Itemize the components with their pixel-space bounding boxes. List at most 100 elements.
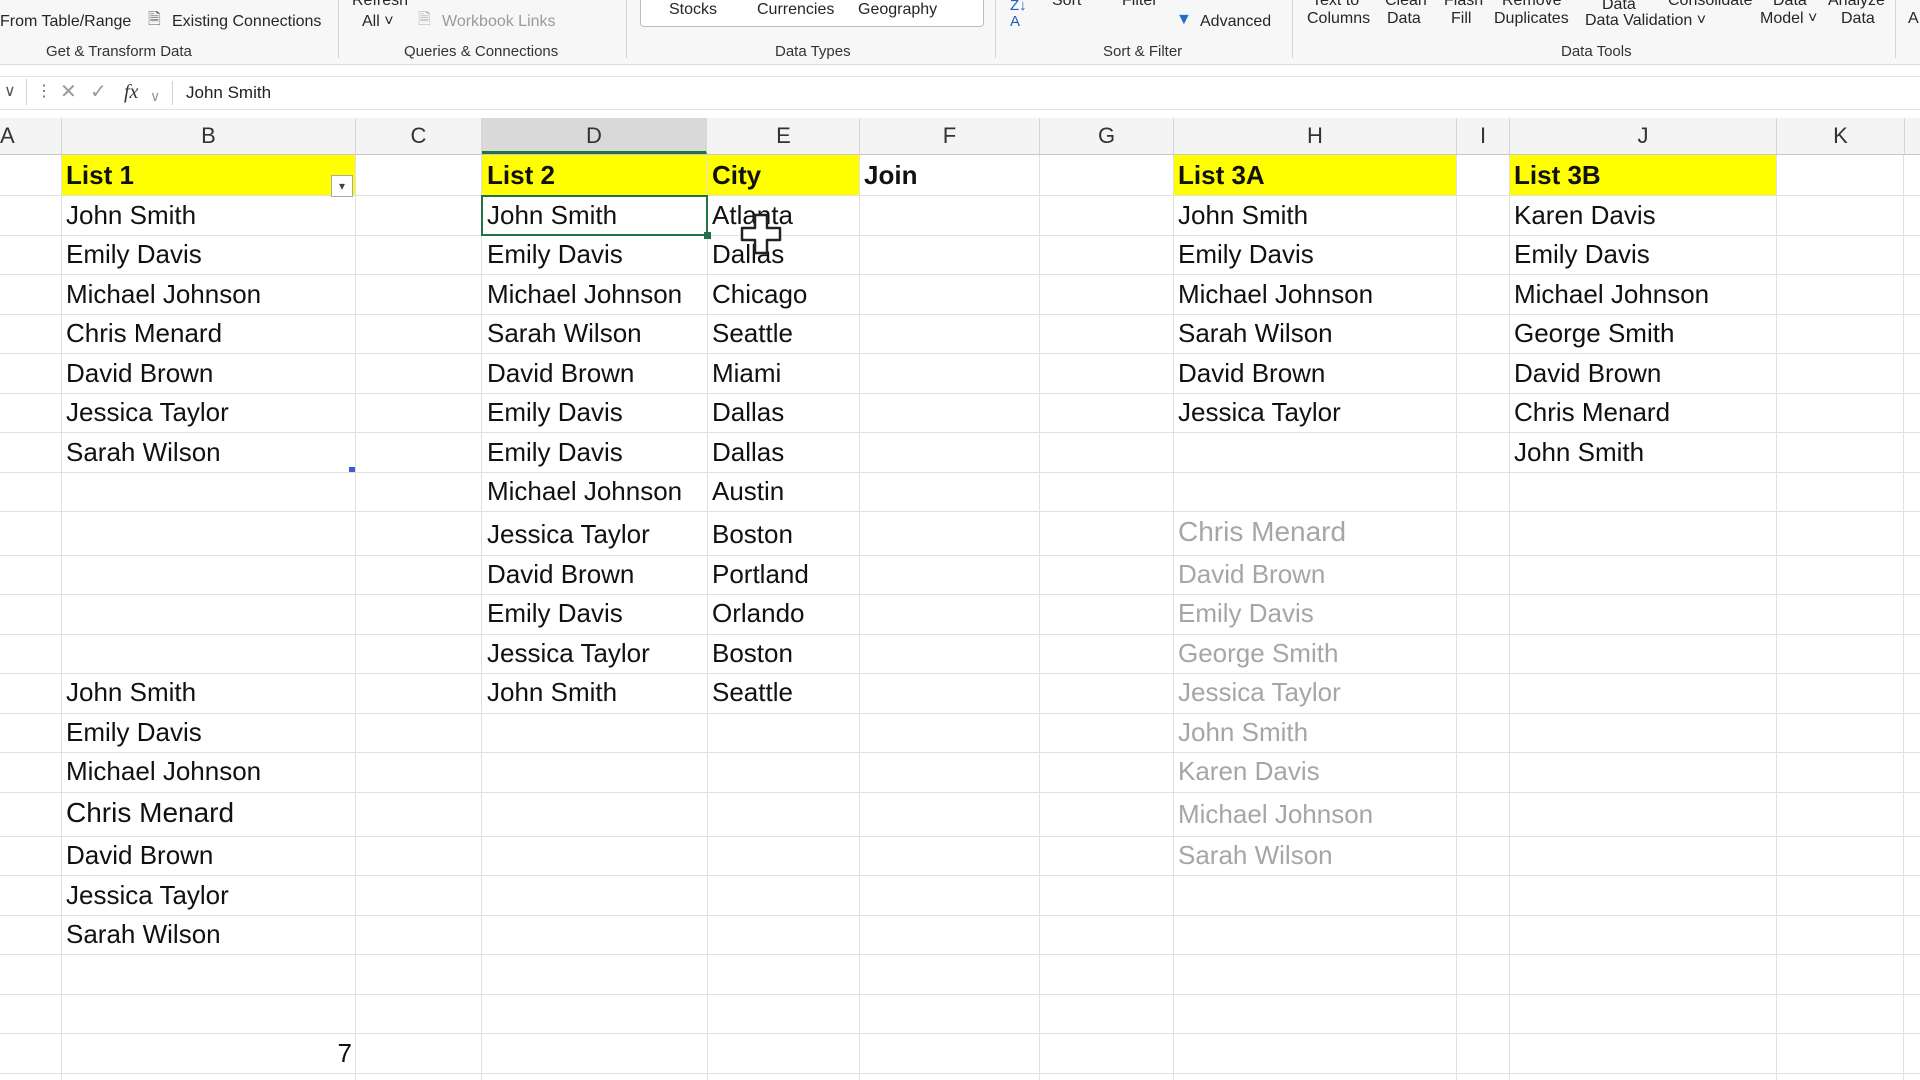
stocks-button[interactable]: Stocks bbox=[669, 1, 717, 19]
list3b-cell[interactable]: Chris Menard bbox=[1514, 397, 1670, 427]
filter-button[interactable]: Filter bbox=[1122, 0, 1158, 10]
column-header-c[interactable]: C bbox=[356, 118, 482, 154]
column-header-h[interactable]: H bbox=[1174, 118, 1457, 154]
list1-cell[interactable]: Michael Johnson bbox=[66, 279, 261, 309]
list3a-sorted-cell[interactable]: George Smith bbox=[1178, 638, 1338, 668]
list2-cell[interactable]: John Smith bbox=[487, 200, 617, 230]
list3a-sorted-cell[interactable]: David Brown bbox=[1178, 559, 1325, 589]
list1-cell[interactable]: Jessica Taylor bbox=[66, 397, 229, 427]
list3a-cell[interactable]: John Smith bbox=[1178, 200, 1308, 230]
column-header-a[interactable]: A bbox=[0, 118, 62, 154]
column-header-e[interactable]: E bbox=[708, 118, 860, 154]
currencies-button[interactable]: Currencies bbox=[757, 1, 834, 19]
list1-copy-cell[interactable]: Chris Menard bbox=[66, 798, 234, 828]
list1-cell[interactable]: Chris Menard bbox=[66, 318, 222, 348]
table-resize-handle[interactable] bbox=[349, 467, 355, 472]
list3b-cell[interactable]: Emily Davis bbox=[1514, 239, 1650, 269]
join-header[interactable]: Join bbox=[864, 160, 917, 190]
list3a-sorted-cell[interactable]: Sarah Wilson bbox=[1178, 840, 1333, 870]
list2-cell[interactable]: Emily Davis bbox=[487, 397, 623, 427]
list2-cell[interactable]: Michael Johnson bbox=[487, 279, 682, 309]
city-cell[interactable]: Boston bbox=[712, 519, 793, 549]
city-cell[interactable]: Orlando bbox=[712, 598, 805, 628]
list2-cell[interactable]: Michael Johnson bbox=[487, 476, 682, 506]
count-cell[interactable]: 7 bbox=[260, 1038, 352, 1069]
list3b-cell[interactable]: Karen Davis bbox=[1514, 200, 1656, 230]
list1-cell[interactable]: Sarah Wilson bbox=[66, 437, 221, 467]
worksheet-grid[interactable]: List 1 ▾ List 2 City Join List 3A List 3… bbox=[0, 155, 1920, 1080]
column-header-b[interactable]: B bbox=[62, 118, 356, 154]
formula-input[interactable]: John Smith bbox=[186, 83, 271, 103]
column-header-d[interactable]: D bbox=[482, 118, 707, 154]
city-cell[interactable]: Chicago bbox=[712, 279, 807, 309]
city-cell[interactable]: Miami bbox=[712, 358, 781, 388]
column-header-g[interactable]: G bbox=[1040, 118, 1174, 154]
data-validation-button[interactable]: Data Validation ˅ bbox=[1585, 12, 1706, 30]
city-cell[interactable]: Boston bbox=[712, 638, 793, 668]
list1-header[interactable]: List 1 bbox=[66, 160, 134, 190]
list3b-cell[interactable]: George Smith bbox=[1514, 318, 1674, 348]
column-header-i[interactable]: I bbox=[1457, 118, 1510, 154]
sort-az-icon[interactable]: Z↓ A bbox=[1010, 0, 1027, 30]
column-header-k[interactable]: K bbox=[1777, 118, 1905, 154]
list1-copy-cell[interactable]: Sarah Wilson bbox=[66, 919, 221, 949]
list1-copy-cell[interactable]: John Smith bbox=[66, 677, 196, 707]
list1-cell[interactable]: David Brown bbox=[66, 358, 213, 388]
advanced-button[interactable]: Advanced bbox=[1200, 13, 1271, 31]
insert-function-icon[interactable]: fx bbox=[124, 81, 138, 103]
list1-copy-cell[interactable]: David Brown bbox=[66, 840, 213, 870]
list2-cell[interactable]: Sarah Wilson bbox=[487, 318, 642, 348]
text-to-columns-button[interactable]: Columns bbox=[1307, 10, 1370, 28]
enter-icon[interactable]: ✓ bbox=[90, 81, 107, 103]
city-cell[interactable]: Seattle bbox=[712, 318, 793, 348]
list3a-cell[interactable]: Michael Johnson bbox=[1178, 279, 1373, 309]
list1-cell[interactable]: Emily Davis bbox=[66, 239, 202, 269]
list3a-cell[interactable]: Emily Davis bbox=[1178, 239, 1314, 269]
list3a-sorted-cell[interactable]: Emily Davis bbox=[1178, 598, 1314, 628]
list1-cell[interactable]: John Smith bbox=[66, 200, 196, 230]
fill-handle[interactable] bbox=[704, 232, 711, 239]
city-cell[interactable]: Dallas bbox=[712, 437, 784, 467]
filter-dropdown-button[interactable]: ▾ bbox=[331, 175, 353, 197]
column-header-f[interactable]: F bbox=[860, 118, 1040, 154]
list2-header[interactable]: List 2 bbox=[487, 160, 555, 190]
list2-cell[interactable]: John Smith bbox=[487, 677, 617, 707]
consolidate-button[interactable]: Consolidate bbox=[1668, 0, 1753, 10]
list3a-cell[interactable]: Sarah Wilson bbox=[1178, 318, 1333, 348]
remove-duplicates-button[interactable]: Duplicates bbox=[1494, 10, 1569, 28]
flash-fill-button[interactable]: Fill bbox=[1451, 10, 1471, 28]
name-box-dropdown[interactable]: ∨ bbox=[0, 79, 27, 105]
city-cell[interactable]: Portland bbox=[712, 559, 809, 589]
list3b-cell[interactable]: John Smith bbox=[1514, 437, 1644, 467]
existing-connections-button[interactable]: Existing Connections bbox=[172, 13, 321, 31]
list2-cell[interactable]: Emily Davis bbox=[487, 239, 623, 269]
list3a-cell[interactable]: David Brown bbox=[1178, 358, 1325, 388]
city-cell[interactable]: Seattle bbox=[712, 677, 793, 707]
list3a-sorted-cell[interactable]: Jessica Taylor bbox=[1178, 677, 1341, 707]
chevron-down-icon[interactable]: ∨ bbox=[150, 85, 160, 107]
list2-cell[interactable]: David Brown bbox=[487, 358, 634, 388]
analyze-data-button[interactable]: Data bbox=[1841, 10, 1875, 28]
geography-button[interactable]: Geography bbox=[858, 1, 937, 19]
list1-copy-cell[interactable]: Emily Davis bbox=[66, 717, 202, 747]
refresh-all-button[interactable]: All ˅ bbox=[362, 13, 394, 31]
city-cell[interactable]: Dallas bbox=[712, 397, 784, 427]
list3a-sorted-cell[interactable]: Chris Menard bbox=[1178, 517, 1346, 547]
data-model-button[interactable]: Model ˅ bbox=[1760, 10, 1817, 28]
list3b-header[interactable]: List 3B bbox=[1514, 160, 1601, 190]
cancel-icon[interactable]: ✕ bbox=[60, 81, 77, 103]
list2-cell[interactable]: Jessica Taylor bbox=[487, 519, 650, 549]
workbook-links-button[interactable]: Workbook Links bbox=[442, 13, 556, 31]
list2-cell[interactable]: Emily Davis bbox=[487, 598, 623, 628]
list3a-sorted-cell[interactable]: Michael Johnson bbox=[1178, 799, 1373, 829]
list1-copy-cell[interactable]: Jessica Taylor bbox=[66, 880, 229, 910]
sort-button[interactable]: Sort bbox=[1052, 0, 1081, 10]
from-table-range-button[interactable]: From Table/Range bbox=[0, 13, 131, 31]
list1-copy-cell[interactable]: Michael Johnson bbox=[66, 756, 261, 786]
list3b-cell[interactable]: David Brown bbox=[1514, 358, 1661, 388]
column-header-j[interactable]: J bbox=[1510, 118, 1777, 154]
list3a-header[interactable]: List 3A bbox=[1178, 160, 1265, 190]
city-header[interactable]: City bbox=[712, 160, 761, 190]
city-cell[interactable]: Austin bbox=[712, 476, 784, 506]
list3a-sorted-cell[interactable]: John Smith bbox=[1178, 717, 1308, 747]
